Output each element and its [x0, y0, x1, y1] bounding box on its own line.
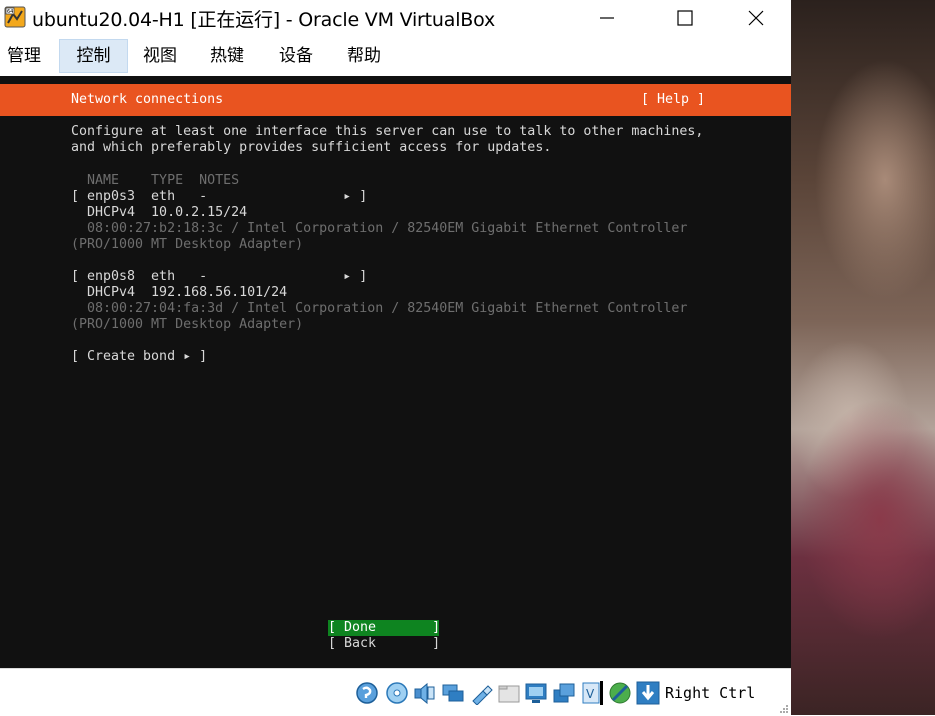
menu-item-view[interactable]: 视图	[136, 40, 184, 72]
minimize-button[interactable]	[572, 0, 642, 36]
vm-display[interactable]: Network connections [ Help ] Configure a…	[0, 76, 791, 668]
mouse-integration-icon[interactable]	[608, 681, 632, 705]
video-capture-icon[interactable]	[552, 681, 576, 705]
menu-item-devices[interactable]: 设备	[272, 40, 320, 72]
host-key-label: Right Ctrl	[665, 684, 756, 702]
done-button[interactable]: [ Done ]	[328, 620, 440, 636]
display-icon[interactable]	[524, 681, 548, 705]
maximize-icon	[677, 10, 693, 26]
interface-row-enp0s3[interactable]: [ enp0s3 eth - ▸ ]	[71, 189, 367, 205]
svg-text:V: V	[586, 687, 595, 701]
interface-row-enp0s8[interactable]: [ enp0s8 eth - ▸ ]	[71, 269, 367, 285]
hard-disk-icon[interactable]	[355, 681, 379, 705]
window-title: ubuntu20.04-H1 [正在运行] - Oracle VM Virtua…	[32, 9, 495, 31]
minimize-icon	[600, 17, 614, 19]
menu-item-hotkeys[interactable]: 热键	[203, 40, 251, 72]
desktop-background	[790, 0, 935, 715]
menu-bar: 管理 控制 视图 热键 设备 帮助	[0, 38, 791, 74]
installer-title: Network connections	[71, 92, 224, 107]
description-line-1: Configure at least one interface this se…	[71, 124, 704, 139]
create-bond-button[interactable]: [ Create bond ▸ ]	[71, 349, 207, 365]
network-icon[interactable]	[441, 681, 465, 705]
shared-folder-icon[interactable]	[497, 681, 521, 705]
virtualbox-app-icon: 64	[4, 6, 26, 28]
interface-model: (PRO/1000 MT Desktop Adapter)	[71, 237, 304, 252]
interface-address: DHCPv4 10.0.2.15/24	[71, 205, 248, 220]
keyboard-icon[interactable]	[636, 681, 660, 705]
menu-item-help[interactable]: 帮助	[340, 40, 388, 72]
interface-address: DHCPv4 192.168.56.101/24	[71, 285, 288, 300]
menu-item-control[interactable]: 控制	[59, 39, 128, 73]
columns-header: NAME TYPE NOTES	[71, 173, 240, 188]
maximize-button[interactable]	[650, 0, 720, 36]
cpu-icon[interactable]: V	[580, 681, 604, 705]
menu-item-manage[interactable]: 管理	[0, 40, 48, 72]
close-icon	[748, 10, 764, 26]
resize-grip-icon[interactable]	[780, 705, 789, 714]
svg-text:64: 64	[7, 9, 13, 15]
audio-icon[interactable]	[412, 681, 436, 705]
interface-mac-info: 08:00:27:b2:18:3c / Intel Corporation / …	[71, 221, 688, 236]
virtualbox-window: 64 ubuntu20.04-H1 [正在运行] - Oracle VM Vir…	[0, 0, 791, 716]
status-bar: V Right Ctrl	[0, 668, 791, 716]
help-button[interactable]: [ Help ]	[641, 92, 705, 108]
usb-icon[interactable]	[469, 681, 493, 705]
optical-drive-icon[interactable]	[385, 681, 409, 705]
close-button[interactable]	[721, 0, 791, 36]
interface-mac-info: 08:00:27:04:fa:3d / Intel Corporation / …	[71, 301, 688, 316]
interface-model: (PRO/1000 MT Desktop Adapter)	[71, 317, 304, 332]
description-line-2: and which preferably provides sufficient…	[71, 140, 552, 155]
title-bar[interactable]: 64 ubuntu20.04-H1 [正在运行] - Oracle VM Vir…	[0, 0, 791, 36]
back-button[interactable]: [ Back ]	[328, 636, 440, 652]
